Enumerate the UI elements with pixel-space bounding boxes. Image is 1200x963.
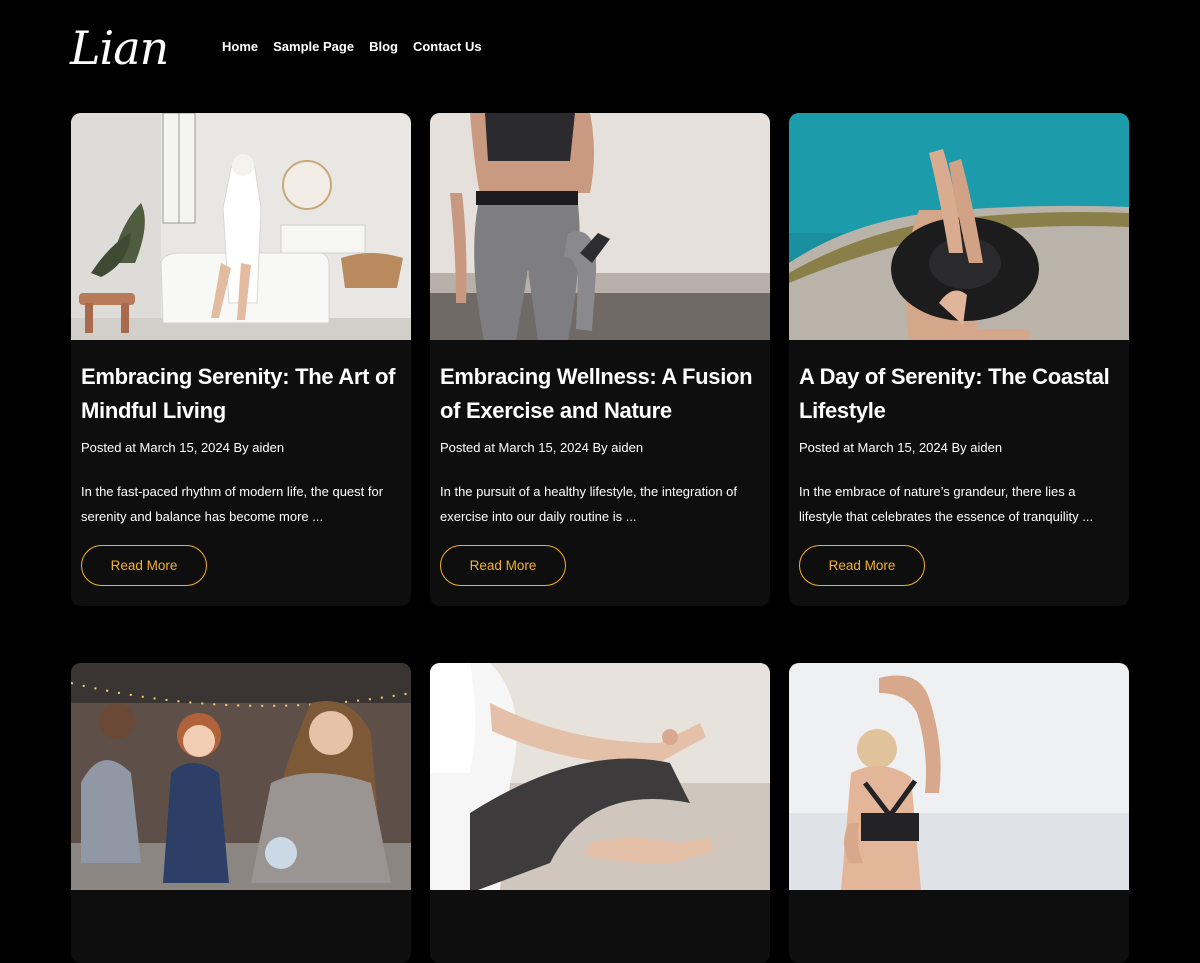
post-card: Embracing Serenity: The Art of Mindful L… bbox=[71, 113, 411, 606]
post-meta: Posted at March 15, 2024 By aiden bbox=[440, 440, 644, 455]
nav-item-home[interactable]: Home bbox=[222, 38, 258, 56]
posts-grid: Embracing Serenity: The Art of Mindful L… bbox=[71, 113, 1130, 963]
post-meta: Posted at March 15, 2024 By aiden bbox=[81, 440, 285, 455]
site-header: Lian Home Sample Page Blog Contact Us bbox=[0, 0, 1200, 100]
post-thumbnail[interactable] bbox=[430, 113, 770, 340]
post-title[interactable]: Embracing Serenity: The Art of Mindful L… bbox=[81, 360, 401, 428]
post-thumbnail[interactable] bbox=[71, 113, 411, 340]
post-excerpt: In the fast-paced rhythm of modern life,… bbox=[81, 484, 384, 524]
post-thumbnail[interactable] bbox=[789, 113, 1129, 340]
post-card bbox=[71, 663, 411, 963]
post-meta: Posted at March 15, 2024 By aiden bbox=[799, 440, 1003, 455]
meditation-photo bbox=[430, 663, 770, 890]
post-card bbox=[789, 663, 1129, 963]
nav-item-sample-page[interactable]: Sample Page bbox=[273, 38, 354, 56]
post-excerpt: In the embrace of nature’s grandeur, the… bbox=[799, 484, 1094, 524]
post-card: Embracing Wellness: A Fusion of Exercise… bbox=[430, 113, 770, 606]
nav-item-blog[interactable]: Blog bbox=[369, 38, 398, 56]
family-lights-photo bbox=[71, 663, 411, 890]
coastal-photo bbox=[789, 113, 1129, 340]
stretching-by-sea-photo bbox=[789, 663, 1129, 890]
post-title[interactable]: Embracing Wellness: A Fusion of Exercise… bbox=[440, 360, 760, 428]
post-card bbox=[430, 663, 770, 963]
post-card: A Day of Serenity: The Coastal Lifestyle… bbox=[789, 113, 1129, 606]
post-thumbnail[interactable] bbox=[71, 663, 411, 890]
post-thumbnail[interactable] bbox=[789, 663, 1129, 890]
bathroom-photo bbox=[71, 113, 411, 340]
read-more-button[interactable]: Read More bbox=[81, 545, 207, 586]
read-more-button[interactable]: Read More bbox=[440, 545, 566, 586]
site-logo[interactable]: Lian bbox=[70, 20, 169, 76]
beach-exercise-photo bbox=[430, 113, 770, 340]
post-excerpt: In the pursuit of a healthy lifestyle, t… bbox=[440, 484, 738, 524]
post-thumbnail[interactable] bbox=[430, 663, 770, 890]
post-title[interactable]: A Day of Serenity: The Coastal Lifestyle bbox=[799, 360, 1119, 428]
read-more-button[interactable]: Read More bbox=[799, 545, 925, 586]
nav-item-contact-us[interactable]: Contact Us bbox=[413, 38, 482, 56]
